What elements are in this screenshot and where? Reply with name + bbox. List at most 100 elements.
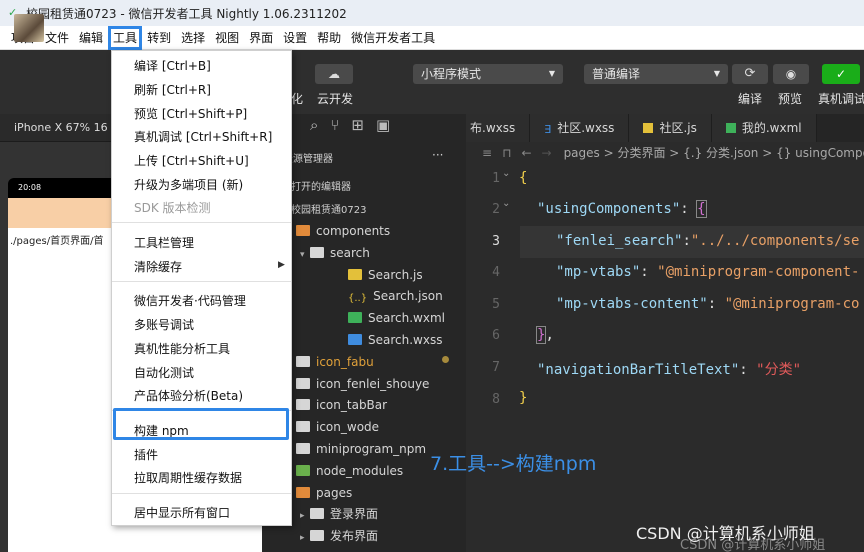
explorer-tree-item[interactable]: ▸icon_fenlei_shouye <box>262 373 466 395</box>
tab-label: 我的.wxml <box>741 121 802 135</box>
cloud-dev-label[interactable]: 云开发 <box>317 90 353 107</box>
line-number: 3 <box>492 234 500 249</box>
explorer-item-label: components <box>316 224 391 238</box>
explorer-item-label: icon_fabu <box>316 355 374 369</box>
explorer-tree-item[interactable]: Search.wxml <box>262 307 466 329</box>
build-npm-highlight <box>113 408 289 440</box>
line-number: 4 <box>492 265 500 280</box>
menu-interface[interactable]: 界面 <box>244 26 278 50</box>
bookmark-icon[interactable]: ⊓ <box>502 146 511 160</box>
menu-item-clear-cache[interactable]: 清除缓存 <box>134 258 182 275</box>
cloud-button[interactable]: ☁ <box>315 64 353 84</box>
explorer-tree-item[interactable]: ▸ 发布界面 <box>262 525 466 547</box>
eye-icon: ◉ <box>785 67 797 81</box>
folder-icon <box>296 399 310 410</box>
tab-fabu-wxss[interactable]: 布.wxss <box>466 114 531 142</box>
menu-item-toolbar-manage[interactable]: 工具栏管理 <box>134 234 194 251</box>
menu-item-code-manage[interactable]: 微信开发者·代码管理 <box>134 292 246 309</box>
real-device-debug-button[interactable]: ✓ <box>822 64 860 84</box>
caret-down-icon: ▼ <box>713 69 720 78</box>
file-icon: {..} <box>348 293 368 304</box>
menu-settings[interactable]: 设置 <box>278 26 312 50</box>
folder-icon <box>310 247 324 258</box>
explorer-tree-item[interactable]: Search.wxss <box>262 329 466 351</box>
explorer-tree-item[interactable]: Search.js <box>262 264 466 286</box>
preview-label[interactable]: 预览 <box>778 90 802 107</box>
git-branch-icon[interactable]: ⑂ <box>330 116 351 134</box>
fold-chevron-icon[interactable]: ⌄ <box>502 198 510 209</box>
explorer-tree-item[interactable]: ▾components <box>262 220 466 242</box>
folder-icon <box>296 443 310 454</box>
forward-arrow-icon[interactable]: → <box>542 146 552 160</box>
menu-item-experience-analysis[interactable]: 产品体验分析(Beta) <box>134 387 243 404</box>
file-icon <box>348 269 362 280</box>
chevron-right-icon: ▸ <box>300 533 305 543</box>
wxml-file-icon <box>725 123 736 133</box>
real-device-label[interactable]: 真机调试 <box>818 90 864 107</box>
explorer-tree-item[interactable]: ▸icon_tabBar <box>262 394 466 416</box>
explorer-tree-item[interactable]: ▸icon_fabu <box>262 351 466 373</box>
avatar[interactable] <box>14 14 44 42</box>
menu-edit[interactable]: 编辑 <box>74 26 108 50</box>
toolbar-label-hua: 化 <box>291 92 304 106</box>
code-line-2: "usingComponents": { <box>537 200 707 218</box>
menu-item-center-windows[interactable]: 居中显示所有窗口 <box>134 504 230 521</box>
open-editors-section[interactable]: 打开的编辑器 <box>291 178 351 193</box>
menu-item-auto-test[interactable]: 自动化测试 <box>134 364 194 381</box>
explorer-item-label: icon_tabBar <box>316 398 388 412</box>
explorer-tree-item[interactable]: ▸icon_wode <box>262 416 466 438</box>
code-editor[interactable] <box>466 164 864 552</box>
breadcrumb-path[interactable]: pages > 分类界面 > {.} 分类.json > {} usingCom… <box>564 146 864 160</box>
menu-item-refresh[interactable]: 刷新 [Ctrl+R] <box>134 81 211 98</box>
list-icon[interactable]: ≡ <box>482 146 492 160</box>
project-root[interactable]: 校园租赁通0723 <box>291 201 366 216</box>
tab-shequ-wxss[interactable]: ∃ 社区.wxss <box>530 114 630 142</box>
menu-item-multi-account[interactable]: 多账号调试 <box>134 316 194 333</box>
menu-separator <box>112 493 291 494</box>
menu-item-upgrade-multi[interactable]: 升级为多端项目 (新) <box>134 176 243 193</box>
line-number: 2 <box>492 202 500 217</box>
explorer-item-label: 发布界面 <box>330 529 379 543</box>
menu-view[interactable]: 视图 <box>210 26 244 50</box>
line-number: 5 <box>492 297 500 312</box>
menu-item-compile[interactable]: 编译 [Ctrl+B] <box>134 57 211 74</box>
menu-file[interactable]: 文件 <box>40 26 74 50</box>
folder-icon <box>296 225 310 236</box>
explorer-more-icon[interactable]: ··· <box>432 148 443 162</box>
folder-icon <box>296 378 310 389</box>
preview-button[interactable]: ◉ <box>773 64 809 84</box>
menu-select[interactable]: 选择 <box>176 26 210 50</box>
explorer-tree-item[interactable]: {..} Search.json <box>262 285 466 307</box>
compile-button[interactable]: ⟳ <box>732 64 768 84</box>
fold-chevron-icon[interactable]: ⌄ <box>502 168 510 179</box>
tab-shequ-js[interactable]: 社区.js <box>629 114 712 142</box>
line-number: 6 <box>492 328 500 343</box>
search-icon[interactable]: ⌕ <box>310 116 330 134</box>
annotation-text: 7.工具-->构建npm <box>430 453 597 475</box>
menu-item-preview[interactable]: 预览 [Ctrl+Shift+P] <box>134 105 247 122</box>
menu-tools[interactable]: 工具 <box>108 25 143 50</box>
mode-select[interactable]: 小程序模式 ▼ <box>413 64 563 84</box>
tab-wode-wxml[interactable]: 我的.wxml <box>711 114 817 142</box>
menu-item-sdk-check: SDK 版本检测 <box>134 201 211 215</box>
menu-item-real-device-debug[interactable]: 真机调试 [Ctrl+Shift+R] <box>134 128 272 145</box>
explorer-tree-item[interactable]: ▾ search <box>262 242 466 264</box>
panel-icon[interactable]: ▣ <box>376 116 402 134</box>
explorer-tree-item[interactable]: ▾pages <box>262 482 466 504</box>
back-arrow-icon[interactable]: ← <box>521 146 531 160</box>
menu-wechat-devtools[interactable]: 微信开发者工具 <box>346 26 440 50</box>
code-line-5: "mp-vtabs-content": "@miniprogram-co <box>556 296 860 312</box>
menu-item-perf-tool[interactable]: 真机性能分析工具 <box>134 340 230 357</box>
device-select[interactable]: iPhone X 67% 16 ▾ <box>14 121 117 134</box>
menu-item-plugins[interactable]: 插件 <box>134 446 158 463</box>
menu-help[interactable]: 帮助 <box>312 26 346 50</box>
phone-time: 20:08 <box>18 183 42 192</box>
compile-select[interactable]: 普通编译 ▼ <box>584 64 728 84</box>
explorer-tree-item[interactable]: ▸ 登录界面 <box>262 503 466 525</box>
menu-item-fetch-cache[interactable]: 拉取周期性缓存数据 <box>134 469 242 486</box>
menu-goto[interactable]: 转到 <box>142 26 176 50</box>
extensions-icon[interactable]: ⊞ <box>351 116 376 134</box>
menu-item-upload[interactable]: 上传 [Ctrl+Shift+U] <box>134 152 249 169</box>
compile-label[interactable]: 编译 <box>738 90 762 107</box>
folder-icon <box>296 487 310 498</box>
